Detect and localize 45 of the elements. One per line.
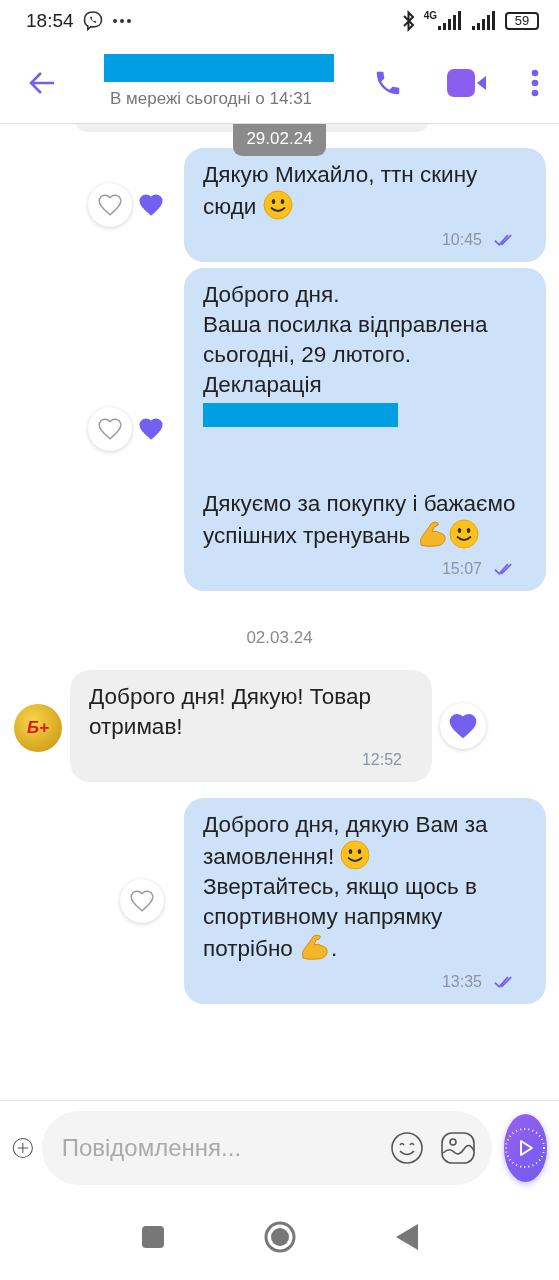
emoji-icon[interactable] (389, 1130, 424, 1165)
message-time: 10:45 (441, 229, 482, 250)
avatar: Б+ (14, 704, 62, 752)
viber-icon (81, 10, 104, 32)
message-field[interactable]: Повідомлення... (41, 1110, 492, 1185)
smiley-emoji-icon (340, 840, 371, 870)
bluetooth-icon (401, 10, 416, 32)
video-call-icon[interactable] (447, 68, 487, 97)
like-button[interactable] (88, 407, 132, 451)
date-separator: 02.03.24 (245, 626, 314, 649)
message-text: Дякуємо за покупку і бажаємо успішних тренувань (203, 489, 516, 551)
menu-icon[interactable] (531, 68, 539, 97)
date-separator: 29.02.24 (233, 124, 326, 156)
signal-icon (437, 11, 463, 31)
heart-icon (448, 711, 478, 741)
message-text: Звертайтесь, якщо щось в спортивному напрямку потрібно . (203, 873, 478, 964)
back-icon[interactable] (28, 70, 56, 95)
gallery-icon[interactable] (439, 1130, 476, 1165)
smiley-emoji-icon (262, 189, 293, 220)
message-text: Доброго дня, дякую Вам за замовлення! (203, 811, 489, 872)
home-icon[interactable] (263, 1221, 296, 1253)
heart-icon (97, 416, 123, 442)
battery-indicator: 59 (505, 12, 539, 30)
presence-status: В мережі сьогодні о 14:31 (110, 87, 314, 110)
message-input[interactable]: Повідомлення... (59, 1128, 374, 1167)
signal-icon (471, 11, 497, 31)
network-label: 4G (423, 11, 437, 21)
message-time: 15:07 (441, 558, 482, 579)
message-text: Дякую Михайло, ттн скину сюди (203, 160, 479, 222)
heart-icon (129, 888, 155, 914)
like-button[interactable] (440, 703, 486, 749)
voice-message-button[interactable] (503, 1113, 547, 1182)
message-text: Доброго дня. (203, 280, 341, 309)
message-text: Декларація (203, 370, 323, 399)
message-time: 13:35 (441, 972, 482, 992)
message-time: 12:52 (361, 750, 402, 770)
clock: 18:54 (26, 8, 74, 33)
message-text: Ваша посилка відправлена сьогодні, 29 лютого. (203, 310, 489, 369)
like-button[interactable] (88, 182, 132, 227)
smiley-emoji-icon (448, 518, 479, 549)
like-button[interactable] (120, 879, 164, 923)
more-icon (111, 18, 132, 24)
recent-apps-icon[interactable] (141, 1226, 164, 1248)
back-nav-icon[interactable] (395, 1224, 418, 1250)
message-text: Доброго дня! Дякую! Товар отримав! (89, 683, 372, 741)
